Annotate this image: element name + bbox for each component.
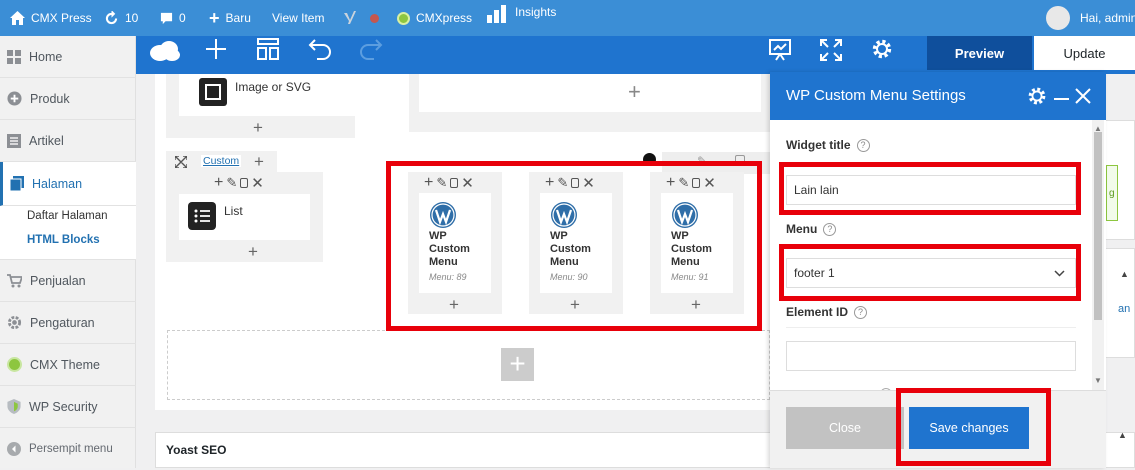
- layout-icon[interactable]: [257, 38, 279, 60]
- add-icon[interactable]: +: [214, 174, 223, 192]
- add-element-plus-icon[interactable]: +: [628, 81, 641, 103]
- gear-icon: [7, 315, 22, 330]
- edit-pencil-icon[interactable]: ✎: [226, 175, 237, 191]
- shield-icon: [7, 399, 21, 414]
- dashboard-icon: [7, 49, 21, 64]
- insights-link[interactable]: Insights: [487, 0, 556, 36]
- refresh-icon: [105, 10, 118, 24]
- list-icon: [188, 202, 216, 230]
- sidebar-item-home[interactable]: Home: [0, 36, 136, 78]
- home-icon: [10, 11, 25, 25]
- element-controls: + ✎ ✕: [214, 174, 264, 192]
- minimize-icon[interactable]: [1054, 98, 1069, 100]
- sidebar-item-produk[interactable]: Produk: [0, 78, 136, 120]
- cloud-icon[interactable]: [149, 40, 181, 62]
- builder-toolbar: Preview Update: [136, 36, 1135, 74]
- panel-header: WP Custom Menu Settings: [770, 72, 1106, 120]
- cmxpress-link[interactable]: CMXpress: [397, 0, 472, 36]
- sidebar-item-cmx-theme[interactable]: CMX Theme: [0, 344, 136, 386]
- admin-sidebar: Home Produk Artikel Halaman Daftar Halam…: [0, 36, 136, 468]
- theme-icon: [7, 357, 22, 372]
- plus-icon: +: [209, 7, 220, 28]
- drop-zone[interactable]: +: [167, 330, 770, 400]
- add-icon[interactable]: [205, 38, 227, 60]
- updates-link[interactable]: 10: [104, 0, 138, 36]
- cart-icon: [7, 273, 22, 287]
- scrollbar-thumb[interactable]: [1094, 132, 1102, 320]
- new-content-link[interactable]: + Baru: [209, 0, 251, 36]
- image-widget[interactable]: Image or SVG: [179, 74, 358, 116]
- cmx-logo-icon: [397, 11, 410, 25]
- element-id-field[interactable]: [786, 341, 1076, 371]
- update-button[interactable]: Update: [1034, 36, 1135, 70]
- custom-tab-bar: Custom +: [166, 151, 277, 173]
- add-element-plus-icon[interactable]: +: [248, 243, 258, 260]
- element-id-label: Element ID ?: [786, 305, 868, 319]
- panel-settings-gear-icon[interactable]: [1027, 86, 1047, 106]
- submenu-html-blocks[interactable]: HTML Blocks: [27, 234, 100, 246]
- right-panel-link[interactable]: an: [1118, 303, 1130, 315]
- preview-button[interactable]: Preview: [927, 36, 1032, 70]
- status-indicator: g: [1106, 165, 1118, 221]
- scroll-down-icon[interactable]: ▼: [1094, 376, 1102, 385]
- settings-gear-icon[interactable]: [871, 38, 893, 60]
- highlight-box: [386, 161, 762, 331]
- presentation-icon[interactable]: [768, 39, 792, 61]
- column-image: Image or SVG +: [166, 74, 358, 138]
- add-tab-plus-icon[interactable]: +: [254, 153, 264, 170]
- sidebar-item-penjualan[interactable]: Penjualan: [0, 260, 136, 302]
- collapse-menu-button[interactable]: Persempit menu: [0, 428, 136, 470]
- fullscreen-icon[interactable]: [820, 39, 842, 61]
- collapse-arrow-icon[interactable]: ▲: [1120, 269, 1129, 279]
- close-icon[interactable]: [1075, 88, 1091, 104]
- bar-chart-icon: [487, 5, 506, 23]
- highlight-box: [896, 388, 1051, 466]
- collapse-icon: [7, 442, 21, 456]
- help-icon[interactable]: ?: [823, 222, 837, 236]
- halaman-submenu: Daftar Halaman HTML Blocks: [0, 206, 136, 260]
- submenu-daftar-halaman[interactable]: Daftar Halaman: [27, 210, 108, 222]
- sidebar-item-pengaturan[interactable]: Pengaturan: [0, 302, 136, 344]
- yoast-icon: [344, 11, 356, 24]
- status-dot-icon: [370, 13, 379, 23]
- pages-icon: [10, 176, 24, 191]
- sidebar-item-wp-security[interactable]: WP Security: [0, 386, 136, 428]
- widget-title-label: Widget title ?: [786, 138, 870, 152]
- tab-custom[interactable]: Custom: [201, 155, 242, 167]
- help-icon[interactable]: ?: [854, 305, 868, 319]
- panel-scrollbar[interactable]: ▲ ▼: [1092, 120, 1104, 390]
- yoast-collapse-arrow-icon[interactable]: ▲: [1118, 430, 1127, 440]
- panel-title: WP Custom Menu Settings: [786, 87, 966, 104]
- column-list: + ✎ ✕ List +: [166, 172, 323, 262]
- avatar: [1046, 6, 1070, 30]
- comments-link[interactable]: 0: [160, 0, 186, 36]
- move-arrows-icon[interactable]: [175, 156, 187, 168]
- add-section-plus-icon[interactable]: +: [501, 348, 534, 381]
- add-element-plus-icon[interactable]: +: [253, 119, 263, 136]
- column-empty-top: +: [409, 74, 770, 132]
- view-item-link[interactable]: View Item: [272, 0, 324, 36]
- clone-icon[interactable]: [240, 178, 249, 188]
- account-menu[interactable]: Hai, admin: [1046, 0, 1135, 36]
- comment-icon: [160, 12, 173, 24]
- delete-x-icon[interactable]: ✕: [251, 174, 264, 192]
- close-button[interactable]: Close: [786, 407, 904, 449]
- help-icon[interactable]: ?: [856, 138, 870, 152]
- admin-bar: CMX Press 10 0 + Baru View Item CMXpress…: [0, 0, 1135, 36]
- list-widget[interactable]: List: [179, 194, 310, 240]
- site-name-link[interactable]: CMX Press: [10, 0, 92, 36]
- highlight-box: [779, 162, 1081, 215]
- plus-circle-icon: [7, 91, 22, 106]
- menu-label: Menu ?: [786, 222, 837, 236]
- sidebar-item-halaman[interactable]: Halaman: [0, 162, 136, 206]
- highlight-box: [779, 244, 1081, 301]
- undo-icon[interactable]: [308, 38, 332, 60]
- yoast-link[interactable]: [342, 0, 379, 36]
- sidebar-item-artikel[interactable]: Artikel: [0, 120, 136, 162]
- posts-icon: [7, 133, 21, 148]
- redo-icon[interactable]: [359, 38, 383, 60]
- image-svg-icon: [199, 78, 227, 106]
